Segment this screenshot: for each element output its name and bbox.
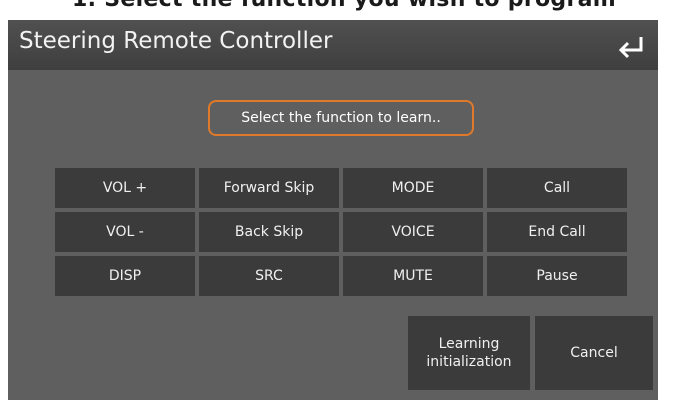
function-button-forward-skip[interactable]: Forward Skip [199,168,339,208]
learning-label-line1: Learning [438,336,500,352]
function-button-end-call[interactable]: End Call [487,212,627,252]
learning-initialization-button[interactable]: Learning initialization [408,316,530,390]
title-bar: Steering Remote Controller [8,20,658,70]
steering-remote-screen: Steering Remote Controller Select the fu… [8,20,658,400]
learning-label-line2: initialization [426,354,512,370]
function-button-mute[interactable]: MUTE [343,256,483,296]
function-button-voice[interactable]: VOICE [343,212,483,252]
instruction-prompt: Select the function to learn.. [208,100,474,136]
instruction-text: 1. Select the function you wish to progr… [72,0,616,12]
function-button-mode[interactable]: MODE [343,168,483,208]
instruction-caption: 1. Select the function you wish to progr… [0,0,674,20]
back-button[interactable] [614,28,648,62]
function-button-vol-up[interactable]: VOL + [55,168,195,208]
back-arrow-icon [618,37,643,59]
function-button-src[interactable]: SRC [199,256,339,296]
function-button-vol-down[interactable]: VOL - [55,212,195,252]
function-button-pause[interactable]: Pause [487,256,627,296]
page-title: Steering Remote Controller [19,28,333,54]
function-button-disp[interactable]: DISP [55,256,195,296]
function-button-call[interactable]: Call [487,168,627,208]
function-grid: VOL + Forward Skip MODE Call VOL - Back … [55,168,629,296]
function-button-back-skip[interactable]: Back Skip [199,212,339,252]
cancel-button[interactable]: Cancel [535,316,653,390]
learning-initialization-label: Learning initialization [426,335,511,371]
